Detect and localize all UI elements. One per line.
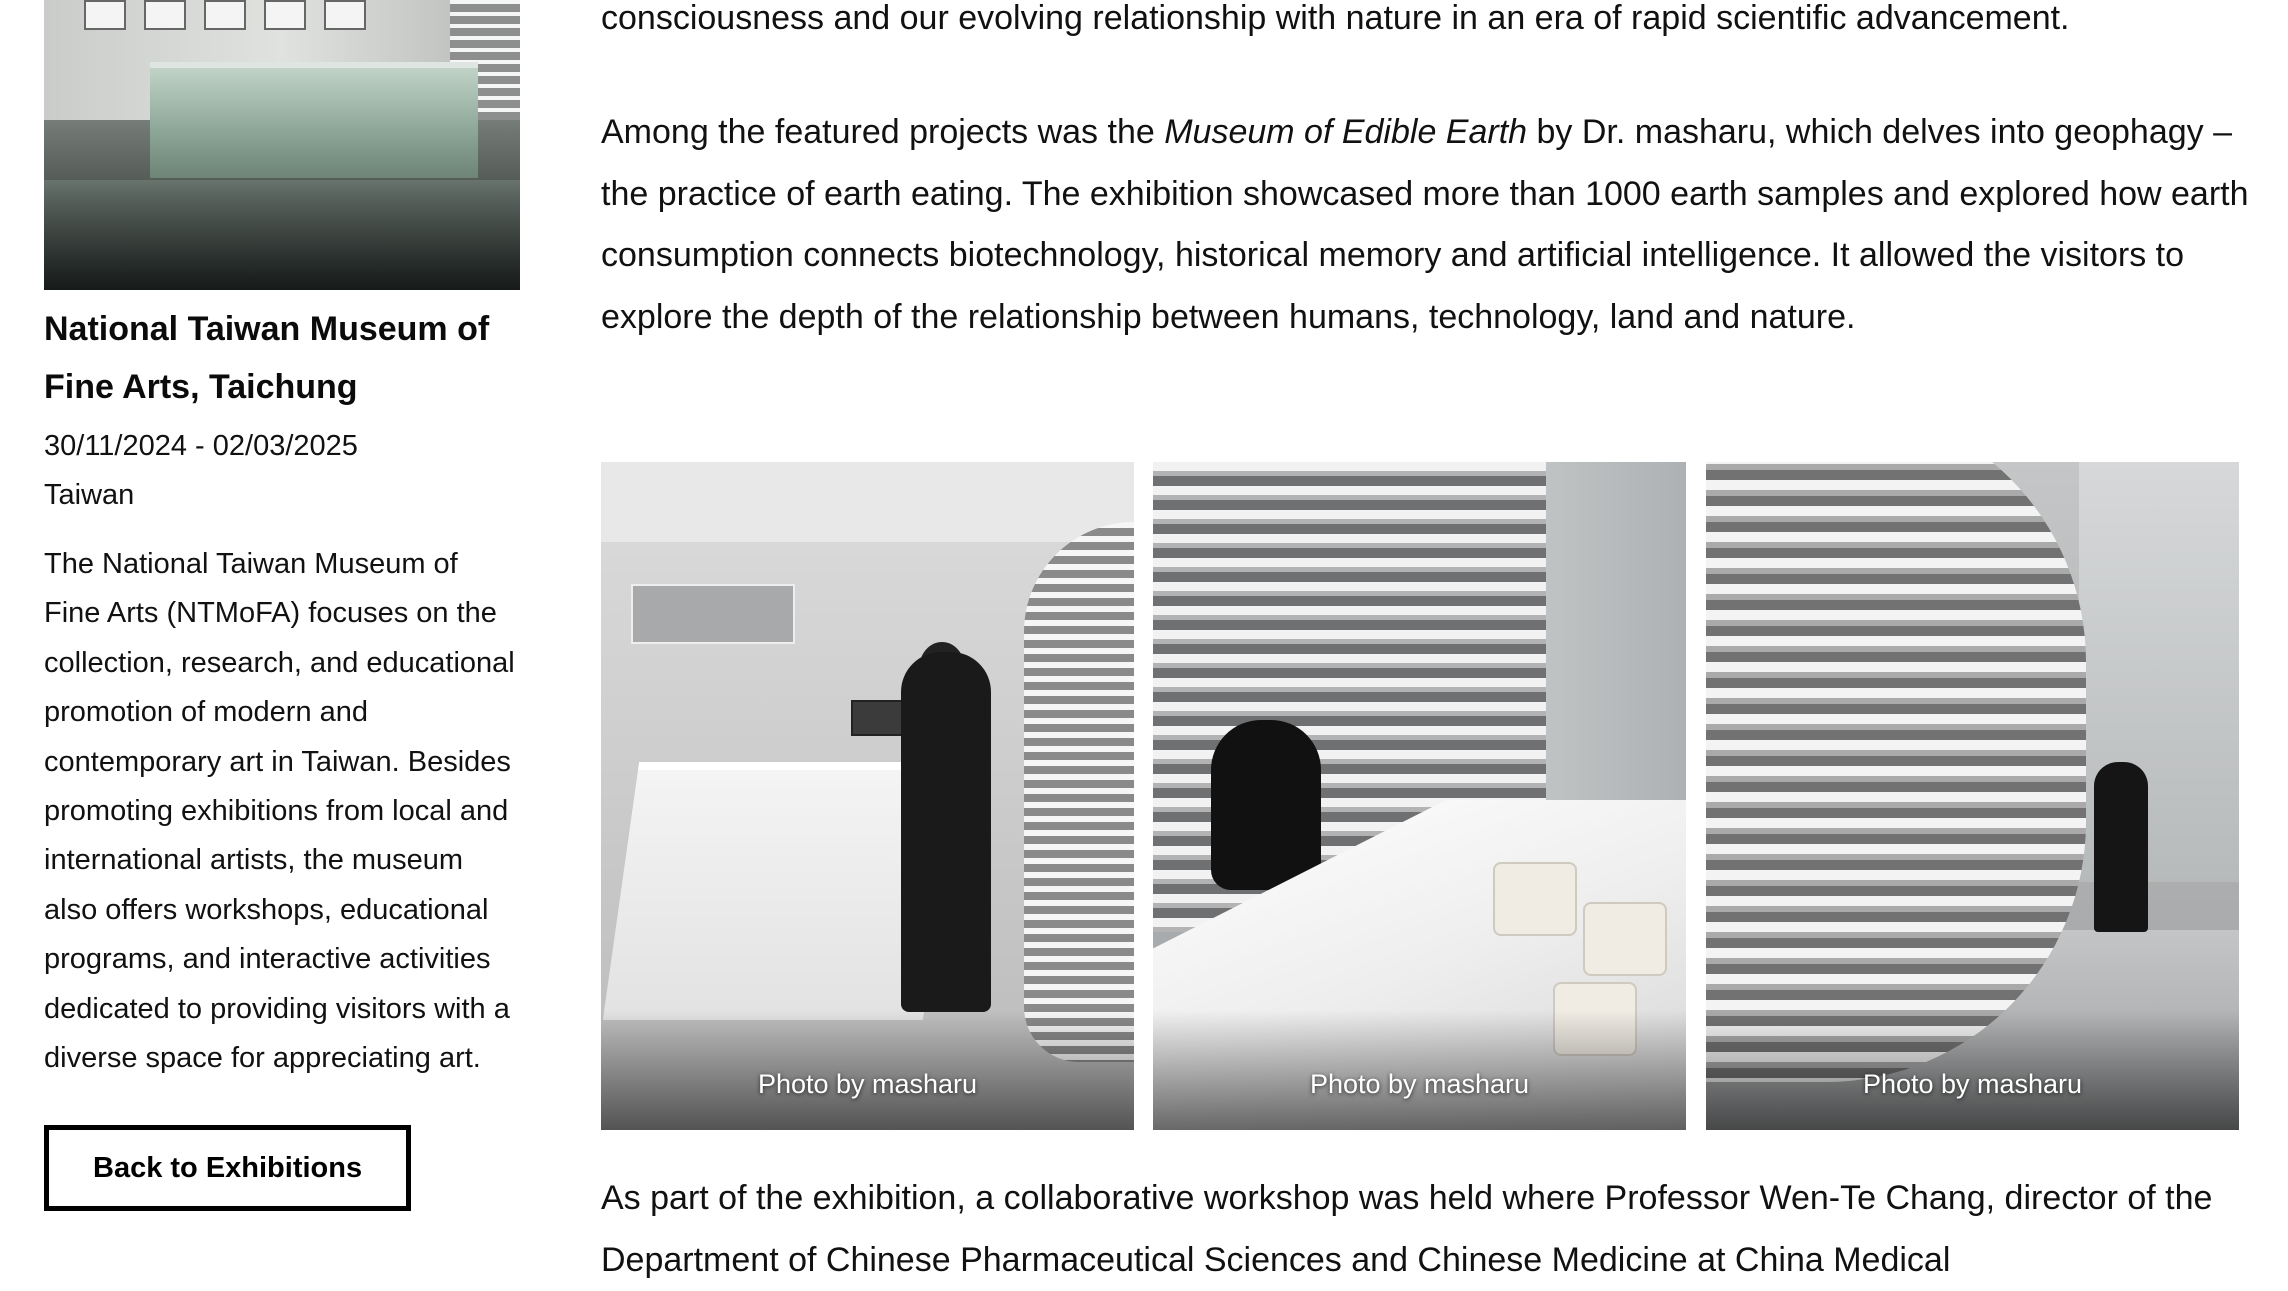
paragraph-text-before: Among the featured projects was the <box>601 113 1165 151</box>
venue-sidebar: National Taiwan Museum of Fine Arts, Tai… <box>44 0 520 1212</box>
workshop-paragraph: As part of the exhibition, a collaborati… <box>601 1179 2213 1279</box>
photo-caption: Photo by masharu <box>757 1069 978 1099</box>
photo-caption: Photo by masharu <box>1309 1069 1530 1099</box>
gallery-photo[interactable]: Photo by masharu <box>601 462 1134 1130</box>
exhibition-sign-graphic <box>631 584 795 644</box>
exhibition-dates: 30/11/2024 - 02/03/2025 <box>44 430 358 462</box>
gallery-photo[interactable]: Photo by masharu <box>1153 462 1686 1130</box>
gallery-photo[interactable]: Photo by masharu <box>1706 462 2239 1130</box>
article-paragraph: consciousness and our evolving relations… <box>601 0 2070 37</box>
venue-description: The National Taiwan Museum of Fine Arts … <box>44 548 515 1075</box>
photo-gallery: Photo by masharu Photo by masharu Photo … <box>601 462 2245 1130</box>
featured-project-paragraph: Among the featured projects was the Muse… <box>601 102 2251 348</box>
venue-title: National Taiwan Museum of Fine Arts, Tai… <box>44 310 490 406</box>
photo-caption: Photo by masharu <box>1862 1069 2083 1099</box>
project-title: Museum of Edible Earth <box>1164 113 1528 151</box>
venue-photo <box>44 0 520 290</box>
venue-country: Taiwan <box>44 479 135 511</box>
back-to-exhibitions-button[interactable]: Back to Exhibitions <box>44 1125 412 1212</box>
